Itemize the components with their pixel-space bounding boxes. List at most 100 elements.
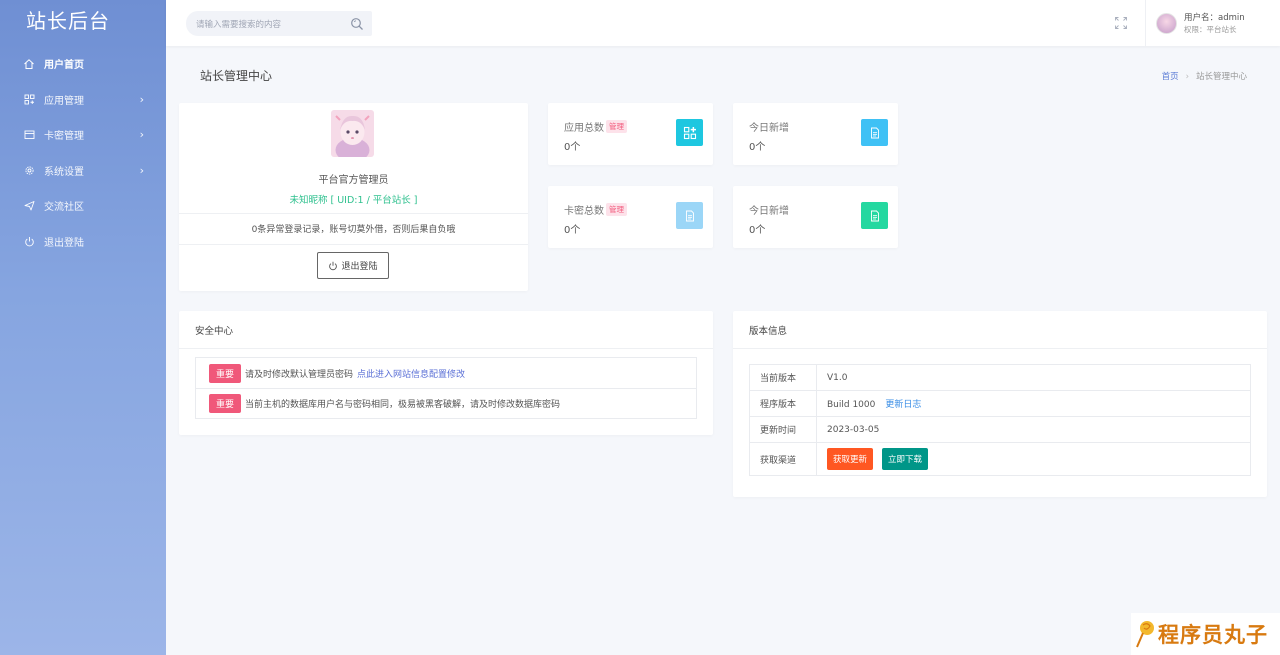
user-menu[interactable]: 用户名：admin 权限：平台站长 xyxy=(1145,0,1260,46)
security-message: 请及时修改默认管理员密码 xyxy=(245,369,354,380)
manage-badge[interactable]: 管理 xyxy=(606,120,627,133)
stat-title: 应用总数 管理 xyxy=(564,119,627,134)
home-icon xyxy=(22,57,36,71)
sidebar-item-label: 用户首页 xyxy=(44,60,84,72)
stat-title-text: 今日新增 xyxy=(749,206,789,217)
table-key: 获取渠道 xyxy=(749,442,817,476)
login-warning: 0条异常登录记录，账号切莫外借，否则后果自负哦 xyxy=(251,225,456,235)
divider xyxy=(179,213,528,214)
stat-title: 今日新增 xyxy=(749,202,789,217)
card-icon xyxy=(22,128,36,142)
stat-value: 0个 xyxy=(564,142,581,153)
profile-name: 平台官方管理员 xyxy=(318,175,389,186)
table-value: Build 1000 更新日志 xyxy=(816,390,1251,417)
version-panel: 版本信息 当前版本 V1.0 程序版本 Build 1000 更新日志 更新时间 … xyxy=(733,311,1267,497)
stat-title: 今日新增 xyxy=(749,119,789,134)
site-config-link[interactable]: 点此进入网站信息配置修改 xyxy=(357,367,465,380)
table-value: 2023-03-05 xyxy=(816,416,1251,443)
sidebar-item-home[interactable]: 用户首页 xyxy=(0,46,166,82)
table-value: 获取更新 立即下载 xyxy=(816,442,1251,476)
stat-title: 卡密总数 管理 xyxy=(564,202,627,217)
search-box[interactable]: 请输入需要搜索的内容 xyxy=(186,11,372,36)
document-icon xyxy=(861,202,888,229)
profile-card: 平台官方管理员 未知昵称 [ UID:1 / 平台站长 ] 0条异常登录记录，账… xyxy=(179,103,528,291)
user-name: 用户名：admin xyxy=(1184,13,1245,23)
table-key: 程序版本 xyxy=(749,390,817,417)
sidebar-item-apps[interactable]: 应用管理 › xyxy=(0,82,166,118)
stat-value: 0个 xyxy=(564,225,581,236)
table-row: 程序版本 Build 1000 更新日志 xyxy=(749,390,1251,417)
search-input[interactable]: 请输入需要搜索的内容 xyxy=(186,18,349,30)
watermark-text: 程序员丸子 xyxy=(1158,623,1268,647)
logout-button[interactable]: 退出登陆 xyxy=(317,252,389,279)
user-role: 权限：平台站长 xyxy=(1184,25,1237,34)
chevron-right-icon: › xyxy=(139,128,144,141)
stat-card-cards-today: 今日新增 0个 xyxy=(733,186,898,248)
breadcrumb-home-link[interactable]: 首页 xyxy=(1162,72,1179,82)
download-now-button[interactable]: 立即下载 xyxy=(882,448,929,470)
table-key: 更新时间 xyxy=(749,416,817,443)
search-icon[interactable] xyxy=(349,16,365,32)
apps-icon xyxy=(22,92,36,106)
stat-title-text: 今日新增 xyxy=(749,123,789,134)
sidebar-item-community[interactable]: 交流社区 xyxy=(0,188,166,224)
send-icon xyxy=(22,199,36,213)
breadcrumb: 首页 › 站长管理中心 xyxy=(1162,70,1247,82)
document-icon xyxy=(676,202,703,229)
profile-nickname: 未知昵称 [ UID:1 / 平台站长 ] xyxy=(289,195,418,206)
fullscreen-icon[interactable] xyxy=(1114,16,1128,30)
table-row: 当前版本 V1.0 xyxy=(749,364,1251,391)
sidebar-item-label: 系统设置 xyxy=(44,166,84,178)
stat-card-cards-total: 卡密总数 管理 0个 xyxy=(548,186,713,248)
sidebar-item-label: 退出登陆 xyxy=(44,237,84,249)
apps-add-icon xyxy=(676,119,703,146)
breadcrumb-current: 站长管理中心 xyxy=(1195,71,1247,82)
table-row: 获取渠道 获取更新 立即下载 xyxy=(749,442,1251,476)
program-version: Build 1000 xyxy=(827,400,876,410)
watermark: 程序员丸子 xyxy=(1131,613,1280,655)
sidebar-item-label: 应用管理 xyxy=(44,95,84,107)
security-message: 当前主机的数据库用户名与密码相同，极易被黑客破解，请及时修改数据库密码 xyxy=(245,400,561,410)
stat-value: 0个 xyxy=(749,225,766,236)
list-item: 重要 当前主机的数据库用户名与密码相同，极易被黑客破解，请及时修改数据库密码 xyxy=(196,388,696,418)
security-panel: 安全中心 重要 请及时修改默认管理员密码 点此进入网站信息配置修改 重要 当前主… xyxy=(179,311,713,435)
document-icon xyxy=(861,119,888,146)
divider xyxy=(179,244,528,245)
user-info: 用户名：admin 权限：平台站长 xyxy=(1184,11,1245,35)
changelog-link[interactable]: 更新日志 xyxy=(885,400,921,410)
power-icon xyxy=(328,261,338,271)
profile-avatar xyxy=(331,110,374,157)
sidebar-item-label: 交流社区 xyxy=(44,202,84,214)
version-table: 当前版本 V1.0 程序版本 Build 1000 更新日志 更新时间 2023-… xyxy=(749,364,1251,476)
get-update-button[interactable]: 获取更新 xyxy=(827,448,874,470)
page-header: 站长管理中心 首页 › 站长管理中心 xyxy=(200,67,1247,84)
breadcrumb-separator: › xyxy=(1185,71,1189,82)
lollipop-icon xyxy=(1134,619,1156,649)
table-key: 当前版本 xyxy=(749,364,817,391)
list-item: 重要 请及时修改默认管理员密码 点此进入网站信息配置修改 xyxy=(196,358,696,388)
gear-icon xyxy=(22,163,36,177)
sidebar: 站长后台 用户首页 应用管理 › 卡密管理 › 系统设置 › 交流社区 退出登陆 xyxy=(0,0,166,655)
panel-title: 版本信息 xyxy=(733,311,1267,349)
stat-card-apps-total: 应用总数 管理 0个 xyxy=(548,103,713,165)
sidebar-item-settings[interactable]: 系统设置 › xyxy=(0,153,166,189)
important-tag: 重要 xyxy=(209,363,242,383)
important-tag: 重要 xyxy=(209,394,242,413)
sidebar-item-label: 卡密管理 xyxy=(44,131,84,143)
topbar: 请输入需要搜索的内容 用户名：admin 权限：平台站长 xyxy=(166,0,1280,46)
power-icon xyxy=(22,234,36,248)
logout-label: 退出登陆 xyxy=(341,262,378,272)
sidebar-item-cards[interactable]: 卡密管理 › xyxy=(0,117,166,153)
brand-title: 站长后台 xyxy=(26,9,110,33)
chevron-right-icon: › xyxy=(139,92,144,106)
page-title: 站长管理中心 xyxy=(200,69,273,83)
manage-badge[interactable]: 管理 xyxy=(606,203,627,216)
table-row: 更新时间 2023-03-05 xyxy=(749,416,1251,443)
sidebar-item-logout[interactable]: 退出登陆 xyxy=(0,224,166,260)
stat-title-text: 卡密总数 xyxy=(564,206,604,217)
stat-value: 0个 xyxy=(749,142,766,153)
table-value: V1.0 xyxy=(816,364,1251,391)
panel-title: 安全中心 xyxy=(179,311,713,349)
avatar xyxy=(1156,12,1177,34)
security-list: 重要 请及时修改默认管理员密码 点此进入网站信息配置修改 重要 当前主机的数据库… xyxy=(195,357,697,419)
